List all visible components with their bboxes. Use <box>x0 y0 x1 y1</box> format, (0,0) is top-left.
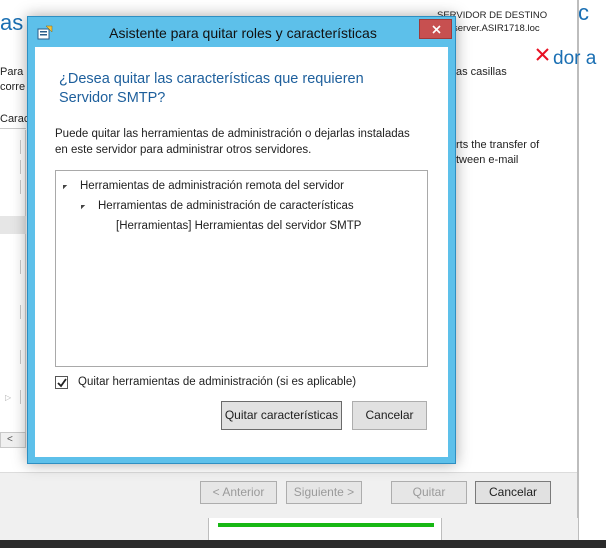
tree-item-label: Herramientas de administración de caract… <box>98 200 354 212</box>
bg-remove-button[interactable]: Quitar <box>391 481 467 504</box>
remove-admin-tools-option[interactable]: Quitar herramientas de administración (s… <box>55 375 415 391</box>
bg-feature-list[interactable]: ▷ <box>0 130 26 440</box>
bg-next-button[interactable]: Siguiente > <box>286 481 362 504</box>
bg-text-right-3: tween e-mail <box>456 154 519 166</box>
error-close-icon[interactable] <box>536 48 549 61</box>
checkmark-icon <box>57 378 67 388</box>
bg-text-left-2: corre <box>0 81 26 93</box>
tree-item-label: [Herramientas] Herramientas del servidor… <box>116 220 362 232</box>
bg-page-title-right: dor a <box>553 48 597 69</box>
remove-admin-tools-checkbox[interactable] <box>55 376 68 389</box>
remove-features-button[interactable]: Quitar características <box>221 401 342 430</box>
bg-cancel-button[interactable]: Cancelar <box>475 481 551 504</box>
expanded-arrow-icon[interactable] <box>58 180 68 190</box>
features-tree[interactable]: Herramientas de administración remota de… <box>55 170 428 367</box>
cancel-button[interactable]: Cancelar <box>352 401 427 430</box>
right-edge-window: c <box>578 0 606 548</box>
taskbar-strip <box>0 540 606 548</box>
wizard-app-icon <box>37 25 53 40</box>
dialog-title: Asistente para quitar roles y caracterís… <box>109 25 377 41</box>
dialog-description: Puede quitar las herramientas de adminis… <box>55 128 410 156</box>
expanded-arrow-icon[interactable] <box>76 200 86 210</box>
right-edge-title: c <box>578 0 589 25</box>
bg-text-right-1: as casillas <box>456 66 507 78</box>
bg-page-title: as <box>0 10 24 35</box>
dialog-body: ¿Desea quitar las características que re… <box>35 47 448 457</box>
bg-expand-arrow-icon: ▷ <box>5 393 12 402</box>
bg-selected-row[interactable] <box>0 216 26 234</box>
bg-column-header: Carac <box>0 113 30 125</box>
dialog-close-button[interactable] <box>419 19 452 39</box>
remove-admin-tools-label[interactable]: Quitar herramientas de administración (s… <box>78 376 356 388</box>
dialog-question-heading: ¿Desea quitar las características que re… <box>59 71 364 106</box>
bg-progress-bar <box>218 523 434 527</box>
remove-features-dialog: Asistente para quitar roles y caracterís… <box>27 16 456 464</box>
bg-wizard-button-bar: < Anterior Siguiente > Quitar Cancelar <box>0 472 577 518</box>
bg-previous-button[interactable]: < Anterior <box>200 481 277 504</box>
bg-text-right-2: rts the transfer of <box>456 139 540 151</box>
tree-item-label: Herramientas de administración remota de… <box>80 180 344 192</box>
bg-divider <box>0 128 26 129</box>
destination-server-name: server.ASIR1718.loc <box>453 23 540 34</box>
close-icon <box>432 25 441 34</box>
dialog-titlebar[interactable]: Asistente para quitar roles y caracterís… <box>28 17 455 47</box>
scroll-left-icon[interactable]: < <box>7 434 13 445</box>
bg-text-left-1: Para <box>0 66 24 78</box>
bg-scrollbar[interactable]: < <box>0 432 26 448</box>
